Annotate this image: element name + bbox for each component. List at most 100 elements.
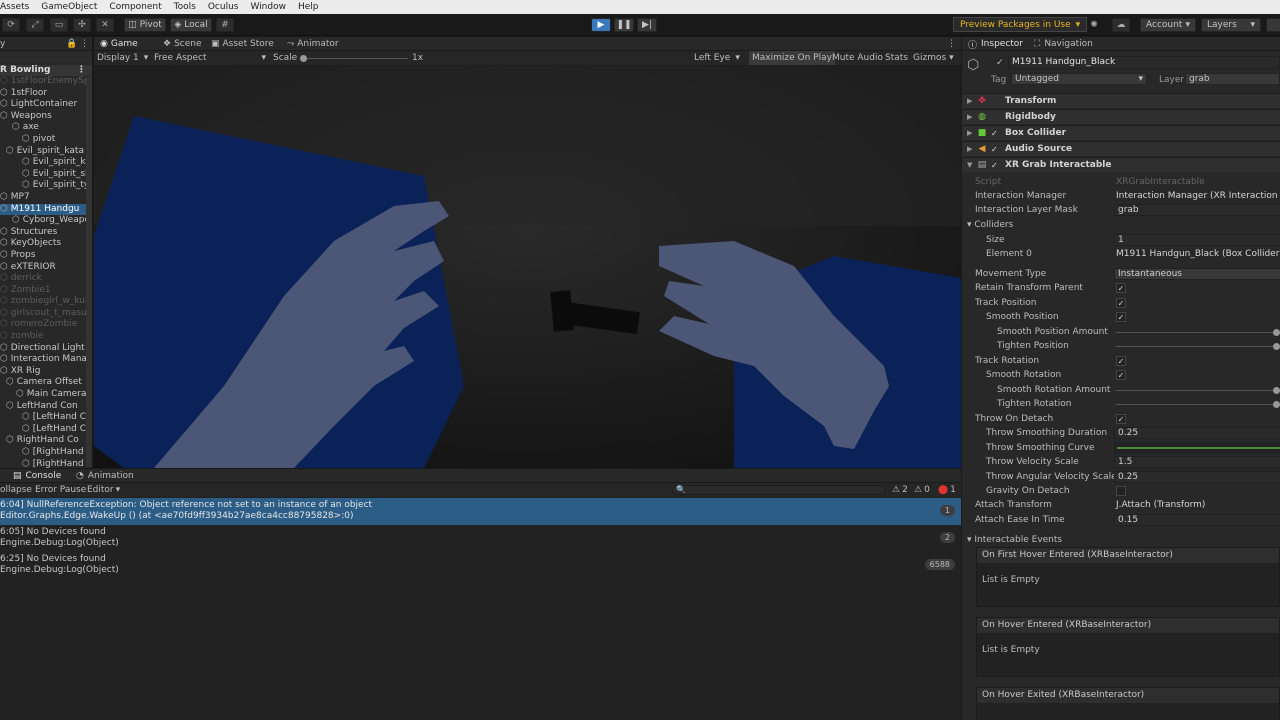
aspect-dropdown[interactable]: Free Aspect ▾ [154,51,266,65]
hierarchy-item[interactable]: ⬡ Main Camera [0,389,92,401]
active-checkbox[interactable]: ✓ [996,58,1004,68]
hierarchy-item[interactable]: ⬡ MP7 [0,192,92,204]
cloud-icon[interactable]: ☁ [1112,18,1130,32]
editor-dropdown[interactable]: Editor ▾ [87,483,120,497]
hierarchy-item[interactable]: ⬡ eXTERIOR [0,262,92,274]
play-button[interactable]: ▶ [591,18,611,32]
collab-icon[interactable]: ✺ [1085,18,1103,32]
menu-oculus[interactable]: Oculus [208,2,239,12]
slider-knob[interactable] [1273,342,1280,350]
pause-button[interactable]: ❚❚ [614,18,634,32]
track-position-checkbox[interactable]: ✓ [1116,298,1126,308]
throw-angular-velocity-field[interactable]: 0.25 [1114,471,1280,483]
tighten-rotation-slider[interactable] [1116,400,1280,408]
menu-window[interactable]: Window [250,2,286,12]
size-field[interactable]: 1 [1114,234,1280,246]
component-audio-source[interactable]: ▶ ◀ ✓ Audio Source [962,141,1280,156]
hierarchy-item[interactable]: ⬡ XR Rig [0,366,92,378]
gizmos-toggle[interactable]: Gizmos ▾ [913,51,954,65]
scale-slider[interactable] [300,55,408,62]
object-name-field[interactable]: M1911 Handgun_Black [1008,56,1280,69]
hierarchy-item[interactable]: ⬡ Structures [0,227,92,239]
hierarchy-item[interactable]: ⬡ zombie [0,331,92,343]
tab-hierarchy[interactable]: y [0,37,5,51]
hierarchy-item[interactable]: ⬡ RightHand Co [0,435,92,447]
enabled-checkbox[interactable]: ✓ [991,161,998,170]
attach-transform-field[interactable]: J.Attach (Transform) [1116,500,1205,510]
hierarchy-item[interactable]: ⬡ LightContainer [0,99,92,111]
tighten-position-slider[interactable] [1116,342,1280,350]
scale-slider-knob[interactable] [300,55,307,62]
hierarchy-item[interactable]: ⬡ M1911 Handgu [0,203,92,216]
component-xr-grab-interactable[interactable]: ▼ ▤ ✓ XR Grab Interactable [962,157,1280,172]
slider-knob[interactable] [1273,386,1280,394]
attach-ease-field[interactable]: 0.15 [1114,514,1280,526]
hierarchy-search[interactable] [0,52,92,63]
menu-help[interactable]: Help [298,2,319,12]
stats-toggle[interactable]: Stats [885,51,908,65]
hierarchy-item[interactable]: ⬡ Zombie1 [0,285,92,297]
component-box-collider[interactable]: ▶ ■ ✓ Box Collider [962,125,1280,140]
menu-tools[interactable]: Tools [174,2,196,12]
retain-parent-checkbox[interactable]: ✓ [1116,283,1126,293]
hierarchy-item[interactable]: ⬡ Props [0,250,92,262]
maximize-on-play-toggle[interactable]: Maximize On Play [749,51,835,65]
interaction-manager-field[interactable]: Interaction Manager (XR Interaction M [1116,191,1280,201]
slider-knob[interactable] [1273,328,1280,336]
throw-velocity-scale-field[interactable]: 1.5 [1114,456,1280,468]
preview-packages-button[interactable]: Preview Packages in Use ▾ [953,17,1088,32]
smooth-rotation-checkbox[interactable]: ✓ [1116,370,1126,380]
tab-navigation[interactable]: ⛶ Navigation [1034,37,1093,51]
collapse-toggle[interactable]: ollapse [0,483,32,497]
eye-dropdown[interactable]: Left Eye ▾ [694,51,740,65]
game-viewport[interactable] [94,66,961,468]
scale-tool-icon[interactable]: ⤢ [26,18,44,32]
scene-header[interactable]: R Bowling ⋮ [0,65,92,76]
menu-assets[interactable]: Assets [0,2,29,12]
hierarchy-item[interactable]: ⬡ [RightHand [0,447,92,459]
warnings-toggle[interactable]: ⚠ 2 [892,483,908,497]
hierarchy-item[interactable]: ⬡ axe [0,122,92,134]
rotate-tool-icon[interactable]: ⟳ [2,18,20,32]
hierarchy-item[interactable]: ⬡ 1stFloorEnemySpa [0,76,92,88]
console-log-row[interactable]: 6:25] No Devices found Engine.Debug:Log(O… [0,552,961,579]
hierarchy-item[interactable]: ⬡ Camera Offset [0,377,92,389]
track-rotation-checkbox[interactable]: ✓ [1116,356,1126,366]
hierarchy-item[interactable]: ⬡ Directional Light [0,343,92,355]
hierarchy-item[interactable]: ⬡ girlscout_t_masuyar [0,308,92,320]
smooth-rotation-amount-slider[interactable] [1116,386,1280,394]
pivot-toggle[interactable]: ◫ Pivot [124,18,166,32]
custom-tool-icon[interactable]: ✕ [96,18,114,32]
errors-toggle[interactable]: ⬤ 1 [938,483,956,497]
interactable-events-foldout[interactable]: ▾ Interactable Events [967,535,1062,545]
smooth-position-amount-slider[interactable] [1116,328,1280,336]
hierarchy-item[interactable]: ⬡ Evil_spirit_ka [0,157,92,169]
more-icon[interactable]: ⋮ [947,37,956,51]
hierarchy-item[interactable]: ⬡ [LeftHand C [0,424,92,436]
display-dropdown[interactable]: Display 1 ▾ [97,51,148,65]
throw-smoothing-curve-field[interactable] [1114,442,1280,454]
error-pause-toggle[interactable]: Error Pause [35,483,86,497]
enabled-checkbox[interactable]: ✓ [991,129,998,138]
tab-animation[interactable]: ◔ Animation [76,469,134,483]
more-icon[interactable]: ⋮ [80,37,89,51]
lock-icon[interactable]: 🔒 [66,37,77,51]
hierarchy-item[interactable]: ⬡ pivot [0,134,92,146]
hierarchy-item[interactable]: ⬡ [LeftHand C [0,412,92,424]
hierarchy-item[interactable]: ⬡ Cyborg_Weapo [0,215,92,227]
tag-dropdown[interactable]: Untagged ▾ [1011,73,1147,85]
tab-scene[interactable]: ❖ Scene [163,37,202,51]
mute-audio-toggle[interactable]: Mute Audio [832,51,883,65]
throw-smoothing-duration-field[interactable]: 0.25 [1114,427,1280,439]
colliders-foldout[interactable]: ▾ Colliders [967,220,1013,230]
menu-component[interactable]: Component [109,2,161,12]
layout-dropdown[interactable] [1266,18,1280,32]
step-button[interactable]: ▶| [637,18,657,32]
hierarchy-item[interactable]: ⬡ Evil_spirit_ty [0,180,92,192]
rect-tool-icon[interactable]: ▭ [50,18,68,32]
console-search-input[interactable]: 🔍 [672,485,886,495]
hierarchy-item[interactable]: ⬡ [RightHand [0,459,92,468]
smooth-position-checkbox[interactable]: ✓ [1116,312,1126,322]
slider-knob[interactable] [1273,400,1280,408]
console-log-row[interactable]: 6:05] No Devices found Engine.Debug:Log(O… [0,525,961,552]
